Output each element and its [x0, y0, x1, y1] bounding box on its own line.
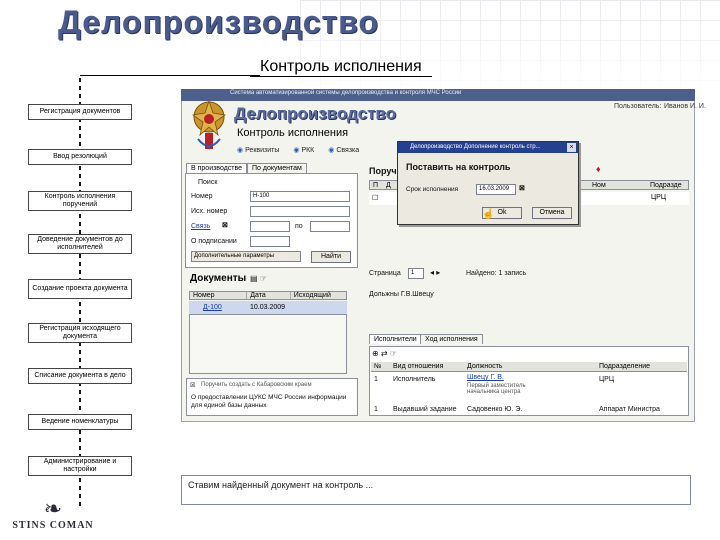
signing-field[interactable] — [250, 236, 290, 247]
page-label: Страница — [369, 270, 401, 277]
calendar-icon[interactable]: ⊠ — [519, 184, 525, 192]
logo-mark-icon: ❧ — [43, 496, 63, 521]
exec-row-1-no: 1 — [374, 376, 378, 383]
flow-step-draft: Создание проекта документа — [28, 279, 132, 299]
search-group-label: Поиск — [198, 179, 218, 186]
found-count: Найдено: 1 запись — [466, 270, 527, 277]
executors-toolbar-icon[interactable]: ⊕ ⇄ ☞ — [372, 349, 397, 358]
tab-by-documents[interactable]: По документам — [247, 163, 307, 173]
exec-row-1-dept: ЦРЦ — [599, 376, 615, 383]
user-label: Пользователь: — [614, 103, 662, 110]
date-from-field[interactable] — [250, 221, 290, 232]
mouse-cursor-icon: ☝ — [482, 209, 495, 220]
column-no[interactable]: № — [374, 363, 382, 370]
column-num[interactable]: Ном — [592, 182, 606, 189]
number-field[interactable]: Н-100 — [250, 191, 350, 202]
flow-step-nomenclature: Ведение номенклатуры — [28, 414, 132, 430]
dialog-title-bar[interactable]: Делопроизводство Дополнение контроль стр… — [398, 142, 578, 153]
tab-executors[interactable]: Исполнители — [369, 334, 422, 344]
column-relation[interactable]: Вид отношения — [393, 363, 443, 370]
page-nav-icon[interactable]: ◂ ▸ — [430, 268, 440, 277]
note-checkbox[interactable]: ☒ — [190, 382, 195, 389]
column-department[interactable]: Подразделение — [599, 363, 650, 370]
exec-row-2-relation: Выдавший задание — [393, 406, 457, 413]
flow-step-control: Контроль исполнения поручений — [28, 191, 132, 211]
signing-label: О подписании — [191, 238, 237, 245]
flow-step-delivery: Доведение документов до исполнителей — [28, 234, 132, 254]
link-label[interactable]: Связь — [191, 223, 210, 230]
due-date-label: Срок исполнения — [406, 186, 459, 193]
exec-row-2-no: 1 — [374, 406, 378, 413]
radio-requisites[interactable]: Реквизиты — [237, 146, 279, 154]
row-checkbox[interactable]: ☐ — [372, 194, 378, 202]
calendar-icon[interactable]: ⊠ — [222, 221, 228, 229]
user-name: Иванов И. И. — [664, 103, 706, 110]
column-dept[interactable]: Подразде — [650, 182, 682, 189]
assignments-title: Поруч — [369, 166, 397, 176]
exec-row-2-dept: Аппарат Министра — [599, 406, 660, 413]
app-title: Делопроизводство — [234, 104, 397, 123]
radio-rkk[interactable]: РКК — [293, 146, 314, 154]
row-date: 10.03.2009 — [250, 304, 286, 311]
exec-row-1-person[interactable]: Швецу Г. В. — [467, 374, 504, 381]
dialog-heading: Поставить на контроль — [406, 162, 511, 172]
extra-params-button[interactable]: Дополнительные параметры — [191, 251, 301, 262]
column-number[interactable]: Номер — [190, 292, 248, 299]
slide-title: Делопроизводство — [58, 4, 379, 40]
column-position[interactable]: Должность — [467, 363, 502, 370]
pin-icon[interactable]: ♦ — [596, 164, 601, 174]
documents-tools-icon[interactable]: ▤ ☞ — [250, 274, 267, 283]
close-icon[interactable]: × — [567, 143, 576, 152]
date-to-label: по — [295, 223, 303, 230]
subtitle-rule — [80, 75, 260, 76]
exec-row-2-person: Садовенко Ю. Э. — [467, 406, 523, 413]
date-to-field[interactable] — [310, 221, 350, 232]
tab-progress[interactable]: Ход исполнения — [420, 334, 483, 344]
column-p[interactable]: П — [373, 182, 378, 189]
preview-text: Дольжны Г.В.Швецу — [369, 291, 434, 298]
note-instruction: Поручить создать с Кабаровским краем — [201, 382, 312, 388]
document-note-text: О предоставлении ЦУКС МЧС России информа… — [191, 394, 347, 409]
cancel-button[interactable]: Отмена — [532, 207, 572, 219]
radio-link[interactable]: Связка — [328, 146, 359, 154]
flow-step-registration: Регистрация документов — [28, 104, 132, 120]
documents-grid-body — [189, 314, 347, 374]
view-radio-group: Реквизиты РКК Связка — [237, 146, 359, 154]
outgoing-number-field[interactable] — [250, 206, 350, 217]
flow-step-resolutions: Ввод резолюций — [28, 149, 132, 165]
slide-subtitle: Контроль исполнения — [250, 58, 432, 77]
company-logo: ❧ STINS COMAN — [8, 496, 98, 532]
row-dept: ЦРЦ — [651, 194, 667, 201]
exec-row-1-title: Первый заместитель начальника центра — [467, 383, 526, 395]
caption-box: Ставим найденный документ на контроль ..… — [181, 475, 691, 505]
page-select[interactable]: 1 — [408, 268, 424, 279]
table-row[interactable]: Д-100 10.03.2009 — [189, 301, 347, 314]
exec-row-1-relation: Исполнитель — [393, 376, 436, 383]
find-button[interactable]: Найти — [311, 251, 351, 263]
emergency-emblem-icon — [191, 99, 227, 149]
tab-in-progress[interactable]: В производстве — [186, 163, 248, 173]
documents-grid-header: Номер Дата Исходящий — [189, 291, 347, 300]
app-band-text: Система автоматизированной системы делоп… — [230, 90, 462, 96]
executors-header: № Вид отношения Должность Подразделение — [371, 362, 687, 372]
number-label: Номер — [191, 193, 213, 200]
app-subtitle: Контроль исполнения — [237, 127, 349, 139]
due-date-field[interactable]: 16.03.2009 — [476, 184, 516, 195]
flow-step-outgoing: Регистрация исходящего документа — [28, 323, 132, 343]
column-date[interactable]: Дата — [247, 292, 291, 299]
outgoing-number-label: Исх. номер — [191, 208, 228, 215]
put-on-control-dialog: Делопроизводство Дополнение контроль стр… — [397, 141, 579, 225]
column-d[interactable]: Д — [386, 182, 391, 189]
documents-title: Документы — [190, 273, 247, 284]
column-outgoing[interactable]: Исходящий — [291, 292, 346, 299]
logo-name: STINS COMAN — [12, 520, 94, 531]
flow-step-admin: Администрирование и настройки — [28, 456, 132, 476]
row-number[interactable]: Д-100 — [189, 304, 247, 311]
flow-step-archive: Списание документа в дело — [28, 368, 132, 384]
